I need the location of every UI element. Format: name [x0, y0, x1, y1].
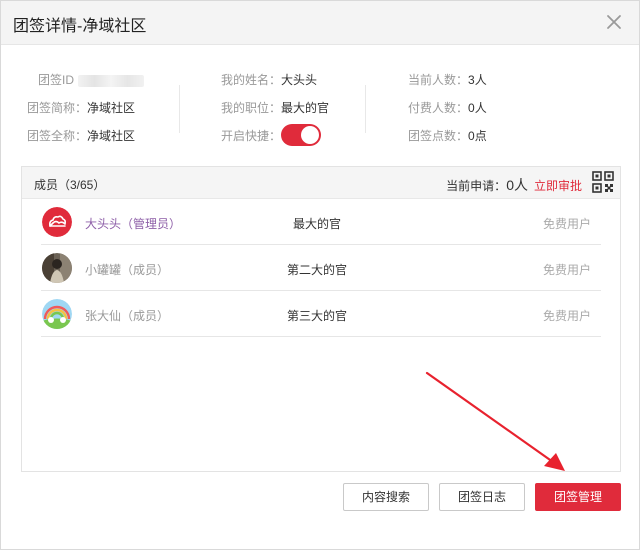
team-detail-dialog: 团签详情-净域社区 团签ID 团签简称：净域社区 团签全称：净域社区 我的姓名：…: [0, 0, 640, 550]
member-row[interactable]: 大头头（管理员） 最大的官 免费用户: [41, 199, 601, 245]
pending-label: 当前申请：: [446, 179, 507, 193]
info-divider: [179, 85, 180, 133]
member-type: 免费用户: [542, 309, 591, 323]
member-row[interactable]: 小罐罐（成员） 第二大的官 免费用户: [41, 245, 601, 291]
info-divider: [365, 85, 366, 133]
member-name: 小罐罐（成员）: [85, 263, 170, 277]
photo-avatar: [42, 253, 72, 283]
points-value: 0点: [468, 129, 487, 143]
current-count-row: 当前人数：3人: [408, 71, 487, 88]
my-position-label: 我的职位：: [221, 101, 282, 115]
approve-now-link[interactable]: 立即审批: [534, 179, 582, 193]
paid-count-label: 付费人数：: [408, 101, 469, 115]
full-name-value: 净域社区: [87, 129, 136, 143]
member-role: 第二大的官: [286, 263, 347, 277]
team-id-label: 团签ID: [38, 73, 75, 87]
rainbow-avatar: [42, 299, 72, 329]
members-panel: 成员（3/65） 当前申请：0人 立即审批 大头头（管理员） 最大的官 免费用户…: [21, 166, 621, 472]
member-row[interactable]: 张大仙（成员） 第三大的官 免费用户: [41, 291, 601, 337]
member-role: 最大的官: [292, 217, 341, 231]
member-name: 张大仙（成员）: [85, 309, 170, 323]
my-position-value: 最大的官: [281, 101, 330, 115]
team-id-row: 团签ID: [38, 71, 145, 88]
my-position-row: 我的职位：最大的官: [221, 99, 329, 116]
members-title: 成员（3/65）: [34, 178, 106, 192]
qr-code-icon[interactable]: [592, 171, 614, 193]
my-name-value: 大头头: [281, 73, 318, 87]
toggle-knob: [301, 126, 319, 144]
current-count-label: 当前人数：: [408, 73, 469, 87]
dialog-titlebar: 团签详情-净域社区: [1, 1, 639, 45]
team-manage-button[interactable]: 团签管理: [535, 483, 621, 511]
content-search-button[interactable]: 内容搜索: [343, 483, 429, 511]
paid-count-row: 付费人数：0人: [408, 99, 487, 116]
pending-count: 0人: [506, 177, 528, 193]
member-type: 免费用户: [542, 263, 591, 277]
full-name-label: 团签全称：: [27, 129, 88, 143]
cloud-logo-avatar: [42, 207, 72, 237]
current-count-value: 3人: [468, 73, 487, 87]
paid-count-value: 0人: [468, 101, 487, 115]
member-type: 免费用户: [542, 217, 591, 231]
points-row: 团签点数：0点: [408, 127, 487, 144]
quick-access-toggle[interactable]: [281, 124, 321, 146]
members-header: 成员（3/65） 当前申请：0人 立即审批: [22, 167, 620, 199]
my-name-row: 我的姓名：大头头: [221, 71, 317, 88]
quick-label: 开启快捷：: [221, 129, 282, 143]
short-name-row: 团签简称：净域社区: [27, 99, 135, 116]
member-role: 第三大的官: [286, 309, 347, 323]
short-name-label: 团签简称：: [27, 101, 88, 115]
my-name-label: 我的姓名：: [221, 73, 282, 87]
member-name: 大头头（管理员）: [85, 217, 182, 231]
team-log-button[interactable]: 团签日志: [439, 483, 525, 511]
full-name-row: 团签全称：净域社区: [27, 127, 135, 144]
pending-requests: 当前申请：0人 立即审批: [446, 175, 582, 195]
team-id-redacted: [78, 74, 145, 87]
short-name-value: 净域社区: [87, 101, 136, 115]
dialog-title: 团签详情-净域社区: [13, 18, 147, 35]
close-icon[interactable]: [605, 13, 623, 31]
points-label: 团签点数：: [408, 129, 469, 143]
